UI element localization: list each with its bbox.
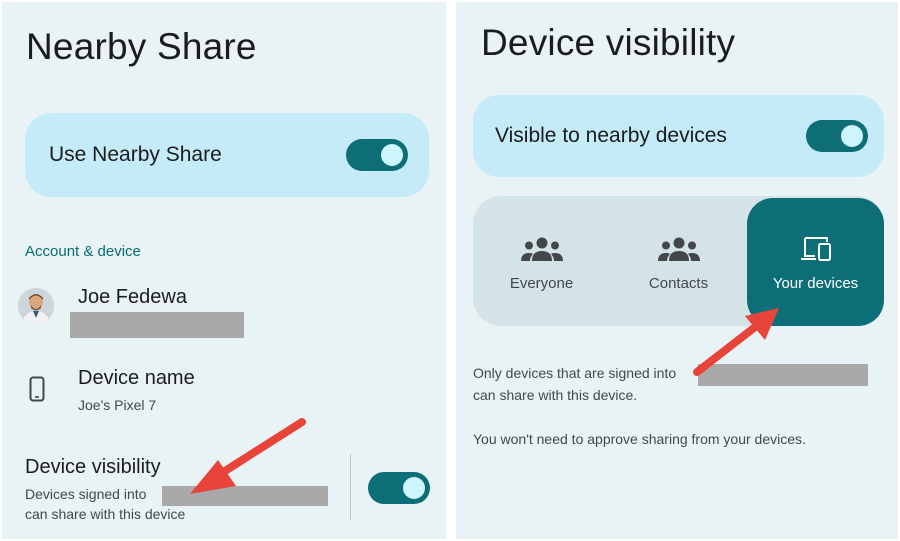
- toggle-knob: [841, 125, 863, 147]
- device-name-label[interactable]: Device name: [78, 367, 195, 390]
- avatar: [18, 288, 54, 324]
- vertical-divider: [350, 454, 351, 520]
- device-visibility-screen: Device visibility Visible to nearby devi…: [456, 2, 898, 539]
- option-your-devices[interactable]: Your devices: [747, 198, 884, 326]
- option-everyone-label: Everyone: [509, 275, 574, 292]
- screenshot-separator: [446, 0, 456, 541]
- page-title: Device visibility: [481, 22, 736, 63]
- nearby-share-screen: Nearby Share Use Nearby Share Account & …: [2, 2, 446, 539]
- option-your-devices-label: Your devices: [772, 275, 859, 292]
- option-contacts-label: Contacts: [648, 275, 709, 292]
- visible-to-nearby-toggle[interactable]: [806, 120, 868, 152]
- info-no-approval: You won't need to approve sharing from y…: [473, 431, 806, 447]
- phone-icon: [29, 376, 45, 402]
- account-name: Joe Fedewa: [78, 286, 187, 308]
- visibility-options: Everyone Contacts Your devices: [473, 196, 884, 326]
- group-icon: [657, 237, 700, 261]
- page-title: Nearby Share: [26, 26, 257, 67]
- device-visibility-line1: Devices signed into: [25, 486, 147, 502]
- group-icon: [520, 237, 563, 261]
- device-visibility-toggle[interactable]: [368, 472, 430, 504]
- visible-to-nearby-card[interactable]: Visible to nearby devices: [473, 95, 884, 177]
- use-nearby-share-label: Use Nearby Share: [49, 143, 222, 166]
- use-nearby-share-toggle[interactable]: [346, 139, 408, 171]
- toggle-knob: [403, 477, 425, 499]
- device-visibility-line2: can share with this device: [25, 506, 186, 522]
- device-name-value: Joe's Pixel 7: [78, 397, 157, 413]
- device-visibility-label[interactable]: Device visibility: [25, 456, 161, 479]
- info-signed-in-line2: can share with this device.: [473, 387, 638, 403]
- visible-to-nearby-label: Visible to nearby devices: [495, 124, 727, 147]
- devices-icon: [800, 237, 831, 261]
- redacted-account: [698, 364, 868, 386]
- redacted-email: [70, 312, 244, 338]
- account-device-section-header: Account & device: [25, 243, 141, 260]
- redacted-account: [162, 486, 328, 506]
- use-nearby-share-card[interactable]: Use Nearby Share: [25, 113, 429, 197]
- toggle-knob: [381, 144, 403, 166]
- avatar-icon: [18, 288, 54, 324]
- option-contacts[interactable]: Contacts: [610, 196, 747, 326]
- option-everyone[interactable]: Everyone: [473, 196, 610, 326]
- info-signed-in-line1: Only devices that are signed into: [473, 365, 677, 381]
